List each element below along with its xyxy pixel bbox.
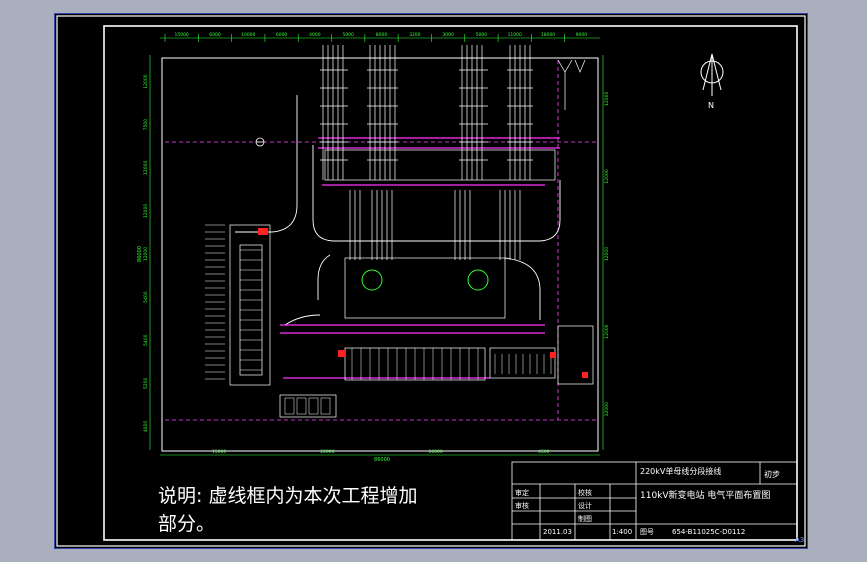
dimension-left: 12000 7500 12000 12000 12000 5400 5400 5200 4000…	[137, 74, 149, 432]
dim-text-bottom: 16000	[428, 449, 442, 455]
dim-text-left: 12000	[143, 160, 149, 174]
dim-text-top: 18000	[541, 32, 555, 38]
title-project: 110kV新变电站 电气平面布置图	[640, 489, 770, 501]
small-building	[296, 397, 307, 415]
title-label-2: 审核	[515, 501, 529, 510]
dim-text-left: 5400	[143, 334, 149, 346]
dim-text-right: 12000	[604, 402, 610, 416]
lightning-rod	[255, 137, 265, 147]
dim-text-top: 6000	[209, 32, 221, 38]
dim-text-right: 12000	[604, 324, 610, 338]
title-header: 220kV单母线分段接线	[640, 466, 721, 476]
transformers	[361, 269, 489, 291]
title-date: 2011.03	[543, 528, 572, 536]
dashed-boundary	[165, 60, 596, 421]
title-drawing-no: 654-B11025C-D0112	[672, 528, 745, 536]
dim-text-left: 4000	[143, 421, 149, 433]
dim-text-top: 3000	[442, 32, 454, 38]
note-line-1: 说明: 虚线框内为本次工程增加	[158, 485, 418, 507]
dim-text-top: 10000	[241, 32, 255, 38]
dim-text-right: 12000	[604, 247, 610, 261]
dim-text-left: 5200	[143, 377, 149, 389]
drawing-note: 说明: 虚线框内为本次工程增加 部分。	[158, 482, 418, 538]
dim-text-top: 6000	[276, 32, 288, 38]
small-building	[308, 397, 319, 415]
title-stage: 初步	[764, 469, 780, 479]
roads	[235, 95, 561, 326]
equipment-detail	[205, 224, 552, 415]
dim-text-right: 12000	[604, 169, 610, 183]
dim-text-bottom: 15000	[212, 449, 226, 455]
dim-total-bottom: 86000	[374, 457, 390, 463]
title-label-3: 校核	[578, 488, 592, 497]
title-label-4: 设计	[578, 501, 592, 510]
dimension-right: 12000 12000 12000 12000 12000	[604, 92, 610, 417]
corner-mark: A3	[795, 536, 805, 544]
dim-text-top: 8000	[376, 32, 388, 38]
dim-text-bottom: 22000	[320, 449, 334, 455]
north-arrow	[700, 53, 724, 96]
dim-text-top: 11000	[508, 32, 522, 38]
dim-text-right: 12000	[604, 92, 610, 106]
dim-text-top: 15000	[174, 32, 188, 38]
dim-text-top: 5000	[342, 32, 354, 38]
drawing-svg: 15000 6000 10000 6000 4000 5000 8000 3200 3000 50…	[56, 15, 806, 547]
inner-frame	[103, 25, 798, 541]
dimension-lines	[149, 37, 604, 456]
dim-text-top: 3200	[409, 32, 421, 38]
incoming-bays	[320, 45, 586, 260]
title-drawing-no-label: 图号	[640, 528, 654, 536]
dim-text-left: 7500	[143, 119, 149, 131]
title-scale: 1:400	[612, 528, 632, 536]
dim-text-top: 9000	[576, 32, 588, 38]
cad-viewport: 15000 6000 10000 6000 4000 5000 8000 3200 3000 50…	[0, 0, 867, 562]
highlights	[258, 228, 588, 378]
note-line-2: 部分。	[158, 513, 216, 535]
dim-total-left: 86000	[137, 246, 143, 262]
dim-text-left: 12000	[143, 247, 149, 261]
north-label: N	[708, 101, 714, 110]
dim-text-top: 5000	[476, 32, 488, 38]
dim-text-left: 12000	[143, 204, 149, 218]
line-entry	[574, 59, 586, 73]
small-building	[284, 397, 295, 415]
dim-text-top: 4000	[309, 32, 321, 38]
dimension-top: 15000 6000 10000 6000 4000 5000 8000 3200 3000 50…	[164, 32, 588, 42]
dim-text-left: 5400	[143, 291, 149, 303]
equipment-area	[229, 149, 594, 418]
title-label-1: 审定	[515, 488, 529, 497]
small-building	[320, 397, 331, 415]
dim-text-bottom: 4500	[538, 449, 550, 455]
dim-text-left: 12000	[143, 74, 149, 88]
title-label-5: 制图	[578, 514, 592, 523]
line-entry	[557, 59, 573, 110]
